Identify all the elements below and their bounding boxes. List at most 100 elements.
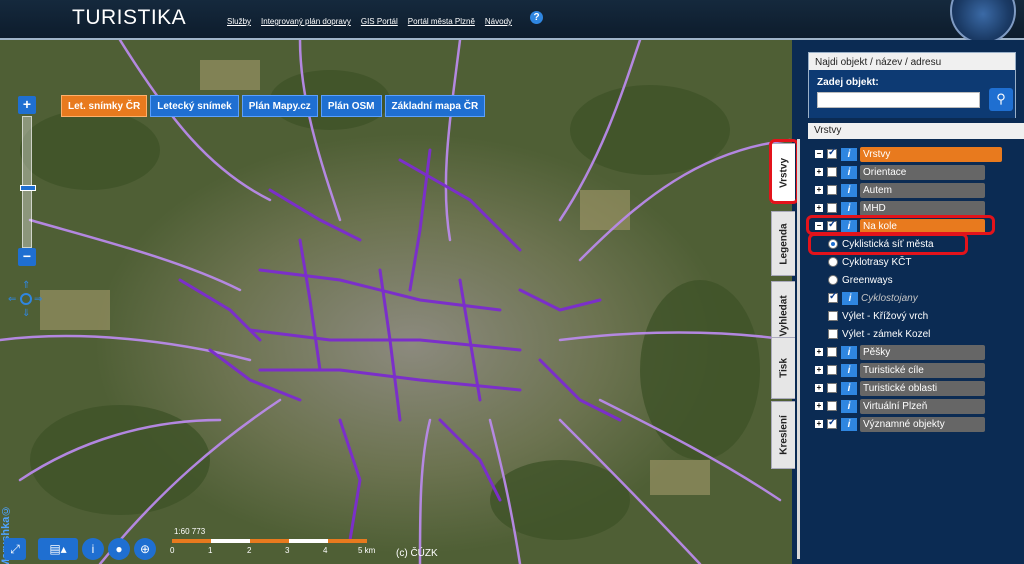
expand-icon[interactable]: + xyxy=(815,186,823,194)
layer-checkbox[interactable] xyxy=(827,203,837,213)
layer-checkbox[interactable] xyxy=(827,401,837,411)
highlight-na-kole xyxy=(806,215,995,235)
sublayer-cyklostojany[interactable]: i Cyklostojany xyxy=(828,290,918,306)
layer-row-virtualni-plzen[interactable]: + i Virtuální Plzeň xyxy=(815,398,985,414)
layer-label: Turistické cíle xyxy=(860,362,985,378)
zoom-in-button[interactable]: + xyxy=(18,96,36,114)
sublayer-checkbox[interactable] xyxy=(828,311,838,321)
layer-row-orientace[interactable]: + i Orientace xyxy=(815,164,985,180)
pan-center-icon[interactable] xyxy=(20,293,32,305)
scale-toggle-icon[interactable]: ▤▴ xyxy=(38,538,78,560)
basemap-let-snimky-cr[interactable]: Let. snímky ČR xyxy=(61,95,148,117)
sublayer-checkbox[interactable] xyxy=(828,329,838,339)
layer-row-autem[interactable]: + i Autem xyxy=(815,182,985,198)
layer-checkbox[interactable] xyxy=(827,147,837,159)
link-portal-mesta[interactable]: Portál města Plzně xyxy=(408,17,475,26)
info-icon[interactable]: i xyxy=(841,147,857,161)
info-icon[interactable]: i xyxy=(841,363,857,377)
scale-tick: 0 xyxy=(170,546,175,555)
tab-kresleni[interactable]: Kreslení xyxy=(771,401,795,469)
tab-tisk[interactable]: Tisk xyxy=(771,337,795,399)
tab-legenda[interactable]: Legenda xyxy=(771,211,795,276)
copyright-text: (c) ČÚZK xyxy=(396,548,438,559)
expand-icon[interactable]: + xyxy=(815,348,823,356)
pan-up-icon[interactable]: ⇑ xyxy=(22,280,30,291)
info-icon[interactable]: i xyxy=(841,417,857,431)
crosshair-icon[interactable]: ⊕ xyxy=(134,538,156,560)
sublayer-vylet-krizovy-vrch[interactable]: Výlet - Křížový vrch xyxy=(828,308,928,324)
sublayer-label: Výlet - Křížový vrch xyxy=(842,310,929,322)
expand-icon[interactable]: + xyxy=(815,402,823,410)
layer-checkbox[interactable] xyxy=(827,185,837,195)
layer-row-mhd[interactable]: + i MHD xyxy=(815,200,985,216)
layer-checkbox[interactable] xyxy=(827,417,837,429)
expand-icon[interactable]: + xyxy=(815,366,823,374)
search-icon: ⚲ xyxy=(996,91,1006,106)
link-integrovany-plan[interactable]: Integrovaný plán dopravy xyxy=(261,17,351,26)
pan-down-icon[interactable]: ⇓ xyxy=(22,308,30,319)
location-pin-icon[interactable]: ● xyxy=(108,538,130,560)
layer-row-pesky[interactable]: + i Pěšky xyxy=(815,344,985,360)
layer-checkbox[interactable] xyxy=(827,383,837,393)
search-button[interactable]: ⚲ xyxy=(989,88,1013,111)
scale-tick: 5 km xyxy=(358,546,376,555)
layer-checkbox[interactable] xyxy=(827,347,837,357)
basemap-switcher: Let. snímky ČR Letecký snímek Plán Mapy.… xyxy=(61,95,486,117)
map-view[interactable]: Let. snímky ČR Letecký snímek Plán Mapy.… xyxy=(0,40,792,564)
basemap-plan-osm[interactable]: Plán OSM xyxy=(320,95,382,117)
layer-row-turisticke-oblasti[interactable]: + i Turistické oblasti xyxy=(815,380,985,396)
search-input[interactable] xyxy=(817,92,980,108)
link-navody[interactable]: Návody xyxy=(485,17,512,26)
app-title[interactable]: TURISTIKA xyxy=(72,6,186,30)
radio-button[interactable] xyxy=(828,275,838,285)
link-gis-portal[interactable]: GIS Portál xyxy=(361,17,398,26)
link-sluzby[interactable]: Služby xyxy=(227,17,251,26)
fullscreen-icon[interactable]: ⤢ xyxy=(4,538,26,560)
layer-checkbox[interactable] xyxy=(827,167,837,177)
info-icon[interactable]: i xyxy=(841,345,857,359)
sublayer-checkbox[interactable] xyxy=(828,291,838,303)
layer-label: Virtuální Plzeň xyxy=(860,398,985,414)
collapse-icon[interactable]: − xyxy=(815,150,823,158)
layer-row-vyznamne-objekty[interactable]: + i Významné objekty xyxy=(815,416,985,432)
expand-icon[interactable]: + xyxy=(815,204,823,212)
zoom-slider-handle[interactable] xyxy=(20,185,36,191)
layer-label: Turistické oblasti xyxy=(860,380,985,396)
sublayer-greenways[interactable]: Greenways xyxy=(828,272,893,288)
info-icon[interactable]: i xyxy=(842,291,858,305)
zoom-control: + − xyxy=(18,96,36,266)
help-icon[interactable]: ? xyxy=(530,11,543,24)
sublayer-label: Cyklotrasy KČT xyxy=(842,256,912,268)
scale-tick: 1 xyxy=(208,546,213,555)
zoom-out-button[interactable]: − xyxy=(18,248,36,266)
layer-row-turisticke-cile[interactable]: + i Turistické cíle xyxy=(815,362,985,378)
pan-right-icon[interactable]: ⇒ xyxy=(34,294,42,305)
layer-row-vrstvy[interactable]: − i Vrstvy xyxy=(815,146,1002,162)
map-canvas[interactable] xyxy=(0,40,792,564)
layer-checkbox[interactable] xyxy=(827,365,837,375)
layer-tree: − i Vrstvy + i Orientace + i Autem + i M… xyxy=(797,139,1024,559)
expand-icon[interactable]: + xyxy=(815,168,823,176)
layer-label: Pěšky xyxy=(860,344,985,360)
highlight-tab-vrstvy xyxy=(769,139,799,204)
info-icon[interactable]: i xyxy=(841,165,857,179)
basemap-letecky-snimek[interactable]: Letecký snímek xyxy=(150,95,239,117)
zoom-slider[interactable] xyxy=(20,116,36,248)
sublayer-label: Výlet - zámek Kozel xyxy=(842,328,931,340)
highlight-cyklisticka-sit xyxy=(808,233,968,255)
info-icon[interactable]: i xyxy=(841,381,857,395)
expand-icon[interactable]: + xyxy=(815,384,823,392)
basemap-plan-mapy[interactable]: Plán Mapy.cz xyxy=(241,95,318,117)
basemap-zakladni-mapa[interactable]: Základní mapa ČR xyxy=(384,95,486,117)
info-icon[interactable]: i xyxy=(841,399,857,413)
info-icon[interactable]: i xyxy=(841,183,857,197)
sublayer-cyklotrasy-kct[interactable]: Cyklotrasy KČT xyxy=(828,254,911,270)
info-icon[interactable]: i xyxy=(841,201,857,215)
radio-button[interactable] xyxy=(828,257,838,267)
info-icon[interactable]: i xyxy=(82,538,104,560)
pan-left-icon[interactable]: ⇐ xyxy=(8,294,16,305)
scale-tick: 4 xyxy=(323,546,328,555)
scale-tick: 2 xyxy=(247,546,252,555)
sublayer-vylet-zamek-kozel[interactable]: Výlet - zámek Kozel xyxy=(828,326,930,342)
expand-icon[interactable]: + xyxy=(815,420,823,428)
